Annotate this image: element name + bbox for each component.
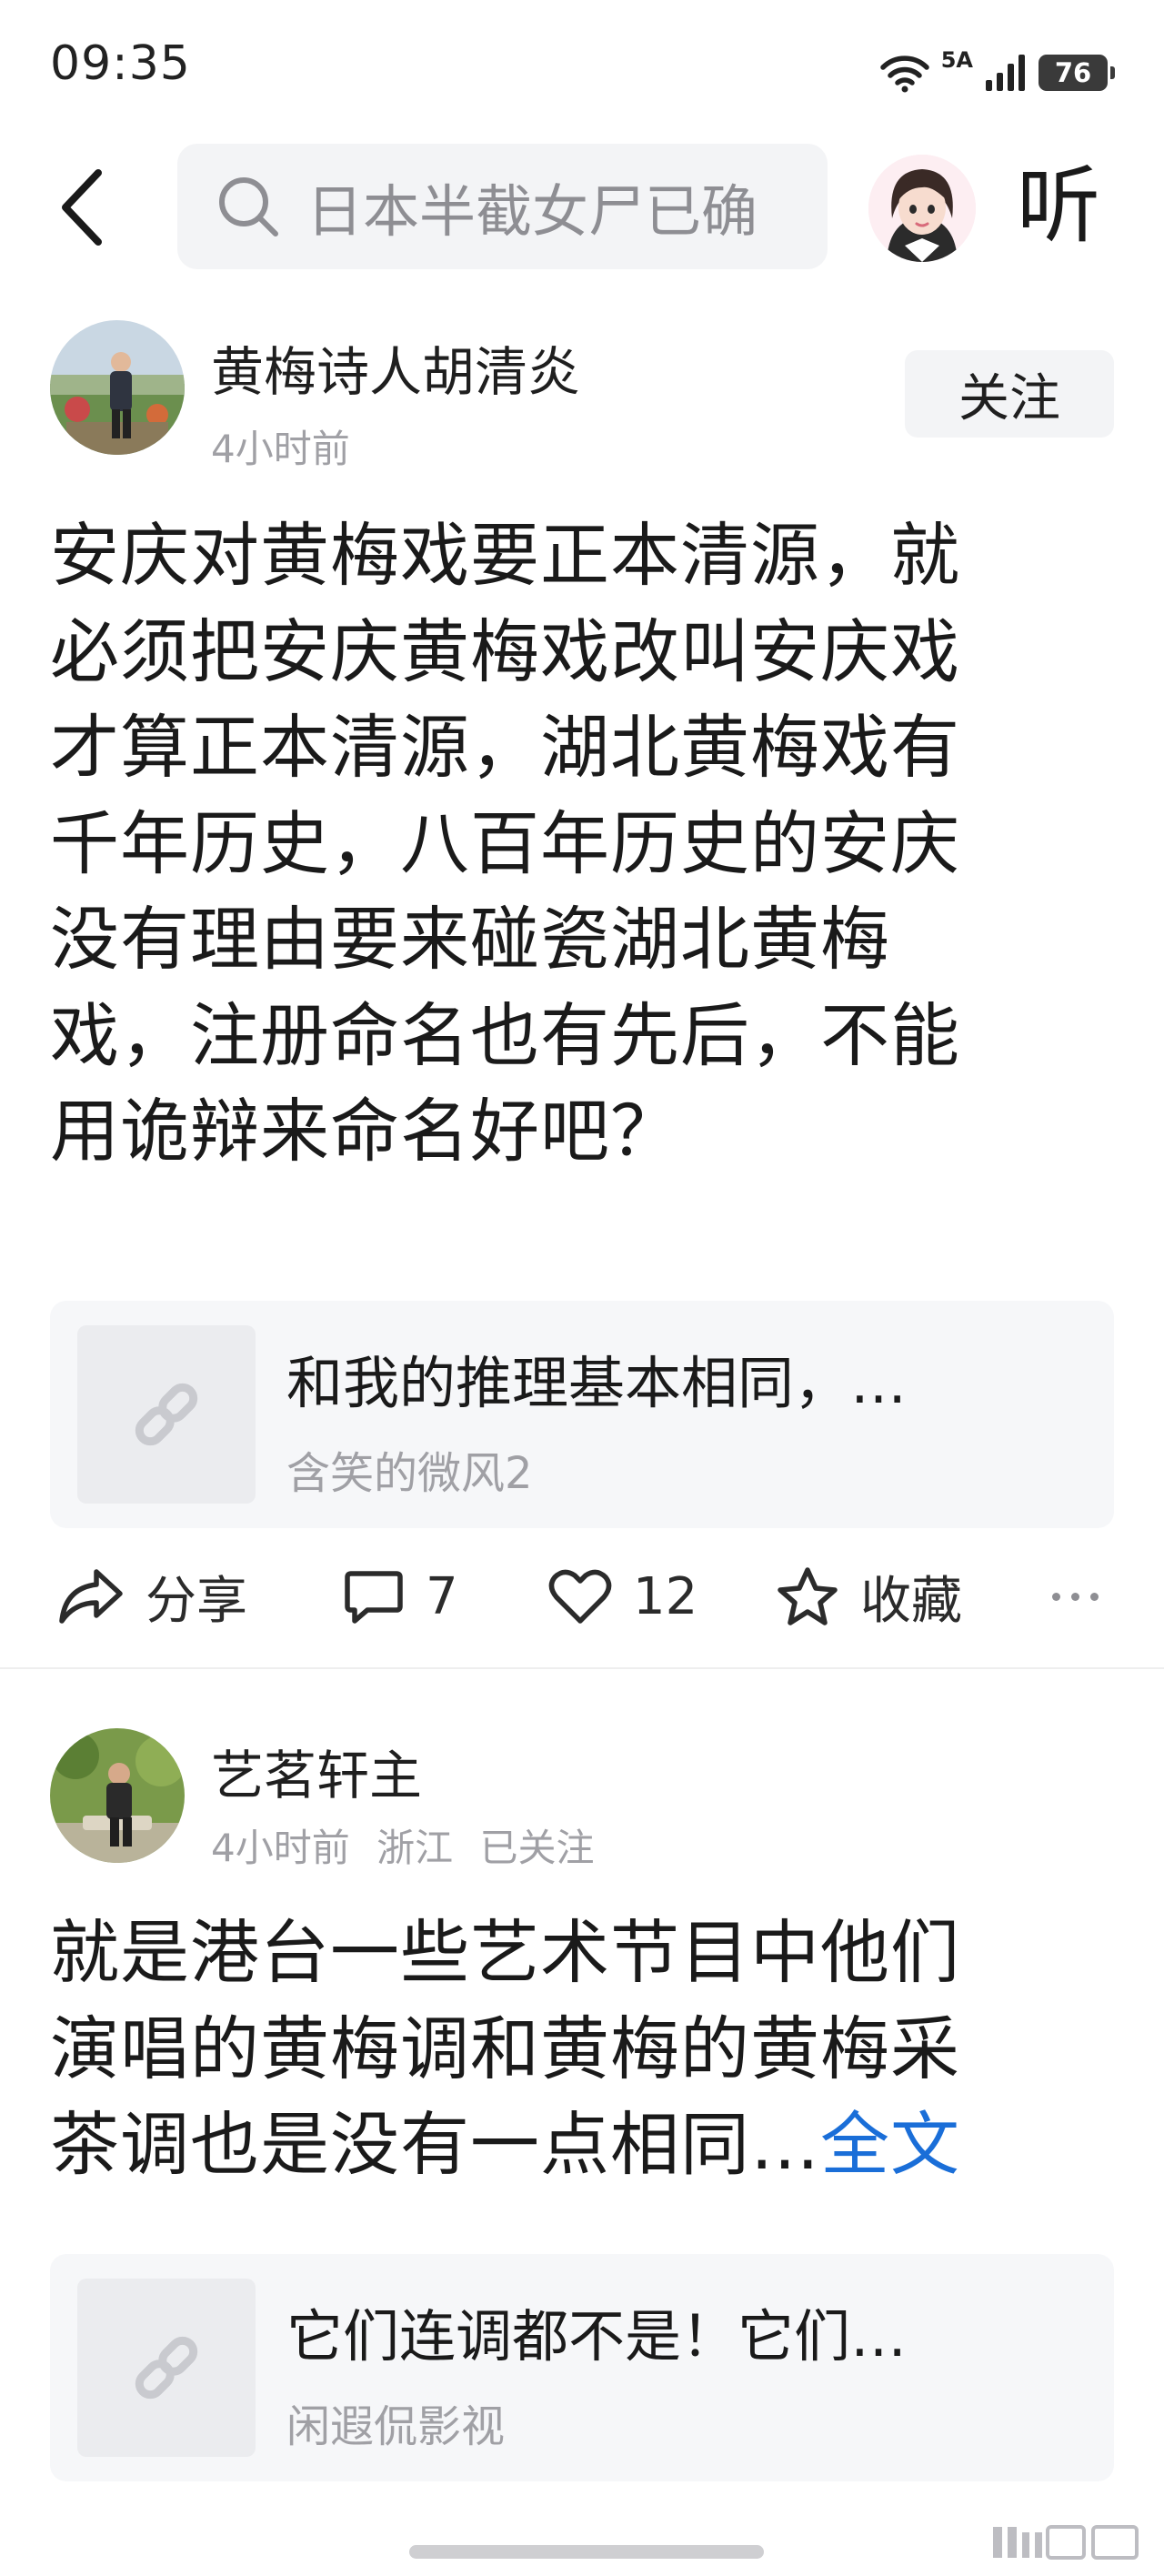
wifi-icon [879,55,929,93]
author-name[interactable]: 黄梅诗人胡清炎 [211,329,580,406]
link-icon [135,1383,198,1446]
quote-source: 含笑的微风2 [286,1448,533,1499]
user-avatar[interactable] [868,155,976,262]
post-meta: 4小时前 [211,418,365,474]
more-dot [1090,1592,1099,1601]
post-action-bar: 分享 7 12 收藏 [0,1546,1164,1646]
quote-thumbnail [77,2279,256,2457]
share-button[interactable]: 分享 [56,1546,247,1646]
quote-title: 它们连调都不是！它们… [286,2303,908,2370]
heart-icon [548,1569,612,1624]
more-dot [1052,1592,1060,1601]
post-line: 演唱的黄梅调和黄梅的黄梅采 [50,2007,960,2089]
share-icon [59,1569,123,1624]
author-name[interactable]: 艺茗轩主 [211,1733,422,1809]
full-text-link[interactable]: 全文 [820,2104,960,2185]
comment-button[interactable]: 7 [342,1546,458,1646]
watermark-logo [993,2525,1139,2560]
post-line: 茶调也是没有一点相同… [50,2104,820,2185]
comment-icon [345,1571,403,1624]
share-label: 分享 [146,1571,247,1631]
post-line: 就是港台一些艺术节目中他们 [50,1912,960,1993]
search-icon [219,177,278,236]
quote-source: 闲遐侃影视 [286,2401,506,2452]
author-avatar[interactable] [50,1728,185,1863]
post-location: 浙江 [376,1826,454,1870]
link-icon [135,2336,198,2400]
favorite-label: 收藏 [860,1571,962,1631]
quote-thumbnail [77,1325,256,1504]
author-photo [50,1728,185,1863]
post-line: 用诡辩来命名好吧？ [50,1091,680,1172]
network-label: 5A [940,47,973,73]
search-input[interactable]: 日本半截女尸已确 [177,144,828,269]
post-line: 才算正本清源，湖北黄梅戏有 [50,707,960,788]
post-divider [0,1667,1164,1669]
follow-button[interactable]: 关注 [905,350,1114,438]
quoted-post-card[interactable]: 它们连调都不是！它们… 闲遐侃影视 [50,2254,1114,2481]
post-line: 安庆对黄梅戏要正本清源，就 [50,515,960,596]
post-line: 没有理由要来碰瓷湖北黄梅 [50,899,890,980]
post-text[interactable]: 就是港台一些艺术节目中他们 演唱的黄梅调和黄梅的黄梅采 茶调也是没有一点相同…全… [50,1905,1105,2193]
post-time: 4小时前 [211,1826,350,1870]
like-count: 12 [633,1566,698,1626]
quoted-post-card[interactable]: 和我的推理基本相同，… 含笑的微风2 [50,1301,1114,1528]
favorite-button[interactable]: 收藏 [775,1546,962,1646]
listen-button[interactable]: 听 [1017,156,1100,257]
avatar-illustration [868,155,976,262]
battery-level: 76 [1054,57,1092,88]
star-icon [778,1567,838,1625]
post-line: 戏，注册命名也有先后，不能 [50,994,960,1076]
status-bar: 09:35 5A 76 [0,0,1164,136]
signal-icon [986,55,1025,91]
status-time: 09:35 [50,36,191,91]
more-options-button[interactable] [1052,1546,1099,1646]
comment-count: 7 [426,1566,458,1626]
follow-status: 已关注 [479,1826,595,1870]
author-photo [50,320,185,455]
battery-indicator: 76 [1039,55,1115,91]
top-header: 日本半截女尸已确 听 [0,136,1164,282]
author-avatar[interactable] [50,320,185,455]
quote-title: 和我的推理基本相同，… [286,1350,908,1416]
search-placeholder: 日本半截女尸已确 [306,178,758,245]
post-line: 必须把安庆黄梅戏改叫安庆戏 [50,610,960,692]
post-time: 4小时前 [211,427,350,471]
post-text[interactable]: 安庆对黄梅戏要正本清源，就 必须把安庆黄梅戏改叫安庆戏 才算正本清源，湖北黄梅戏… [50,508,1105,1180]
like-button[interactable]: 12 [547,1546,697,1646]
post-meta: 4小时前 浙江 已关注 [211,1817,608,1873]
more-dot [1071,1592,1079,1601]
home-indicator[interactable] [409,2545,764,2559]
post-line: 千年历史，八百年历史的安庆 [50,802,960,884]
back-button[interactable] [45,162,118,253]
status-icons: 5A 76 [879,45,1115,100]
